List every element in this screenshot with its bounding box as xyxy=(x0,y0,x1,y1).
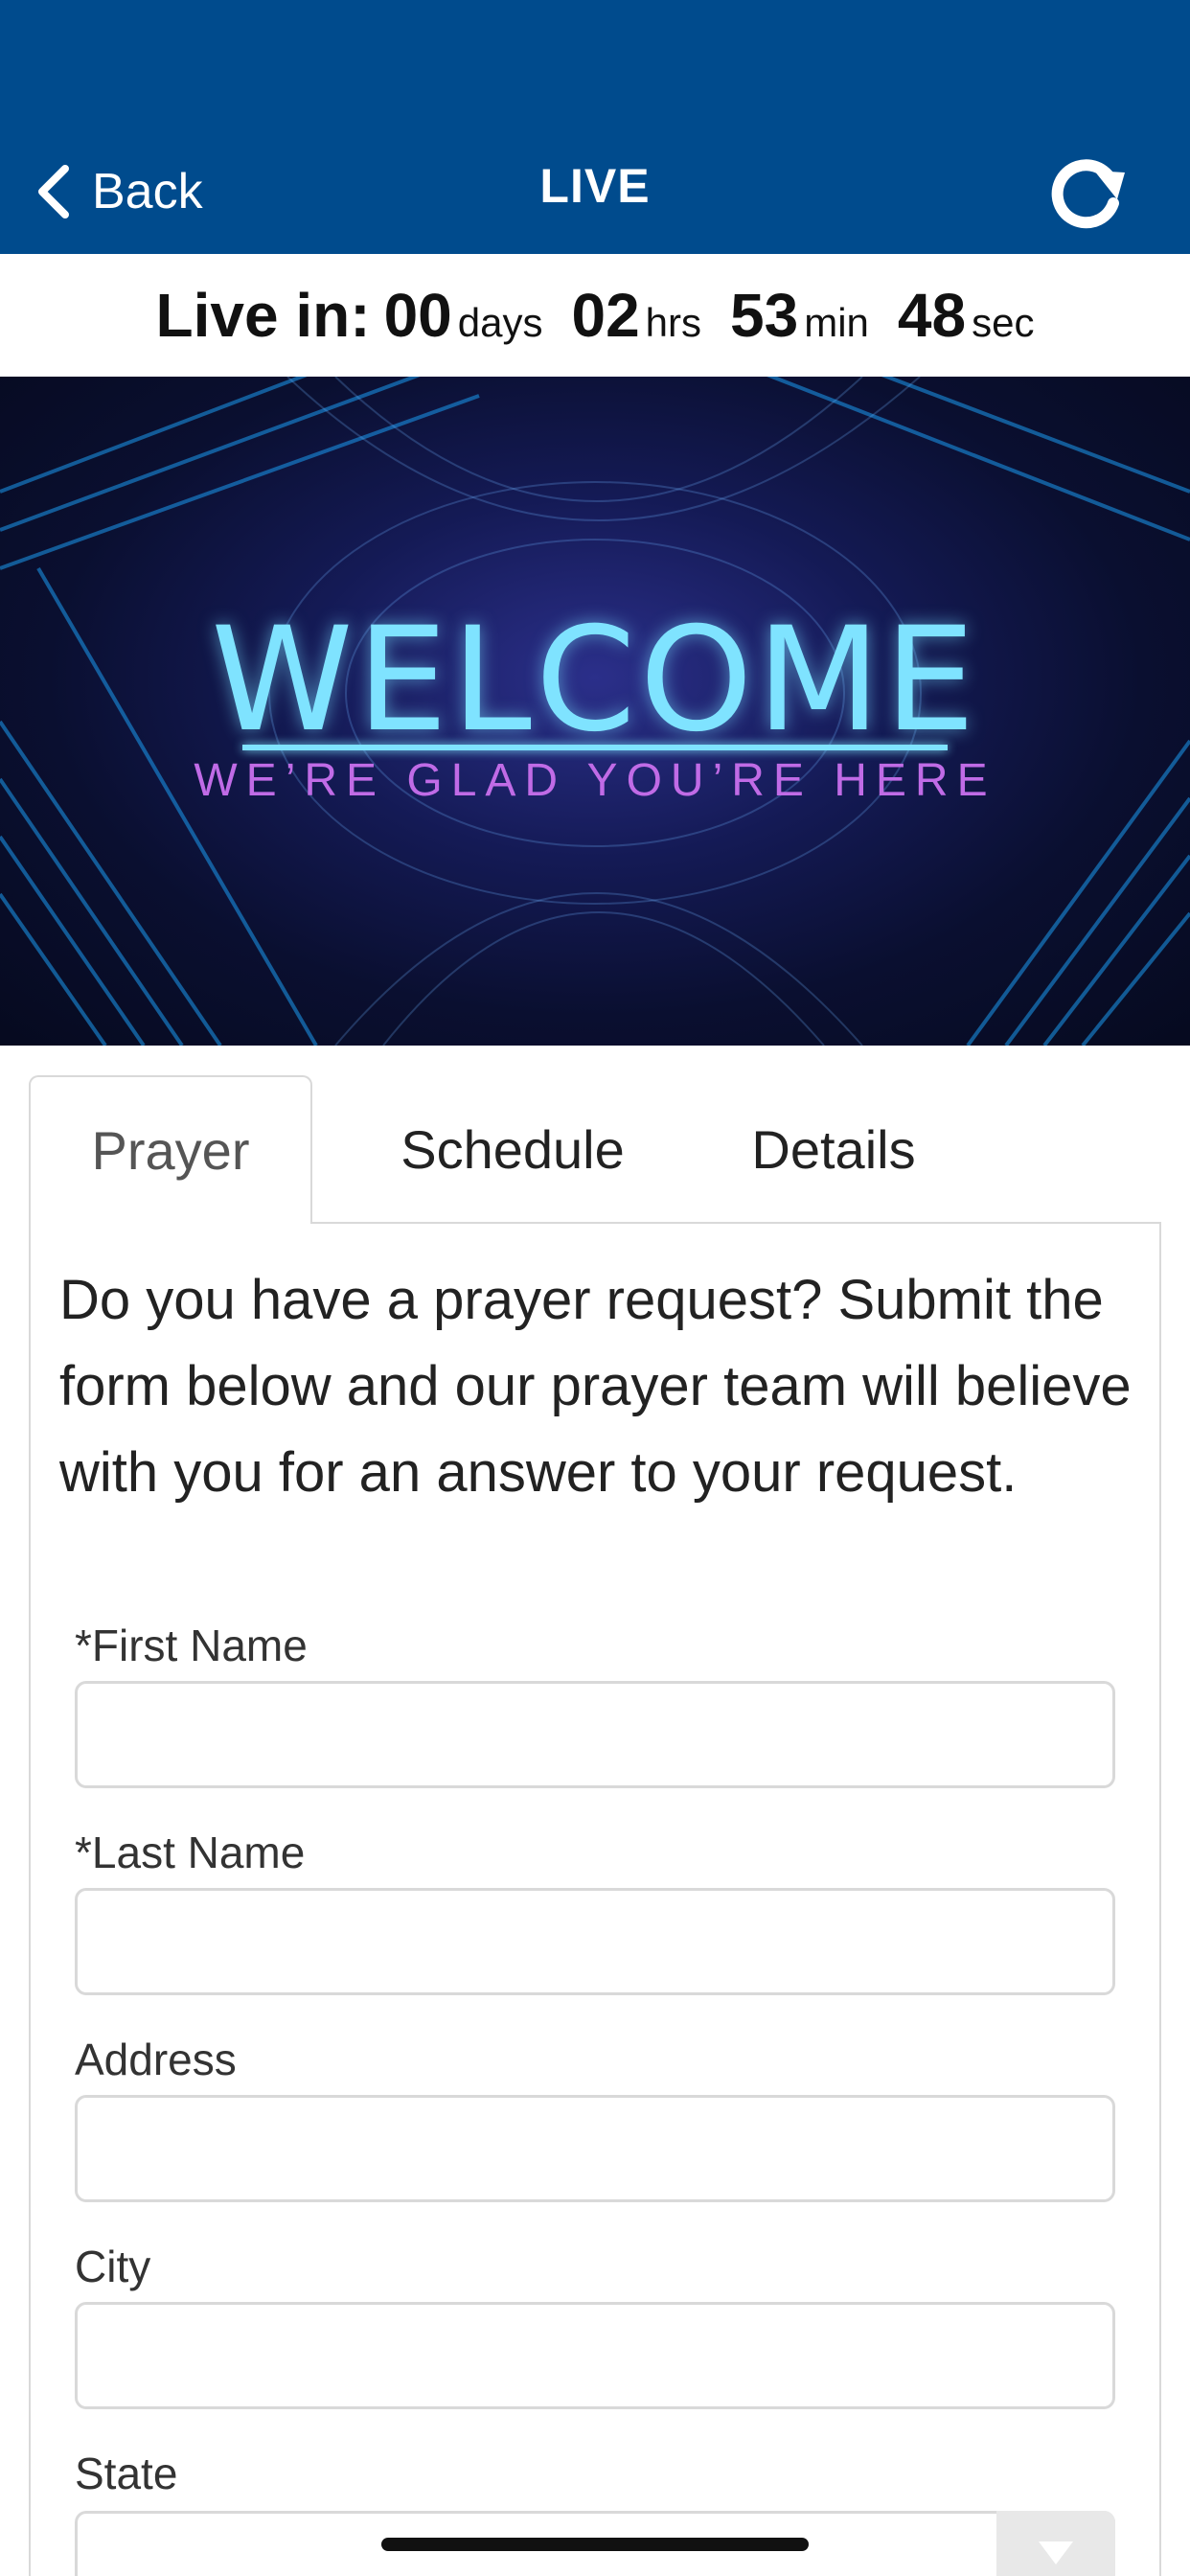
countdown-days-unit: days xyxy=(457,300,543,345)
tab-details[interactable]: Details xyxy=(680,1075,987,1224)
nav-bar: Back LIVE xyxy=(0,0,1190,254)
city-input[interactable] xyxy=(75,2302,1115,2409)
address-input[interactable] xyxy=(75,2095,1115,2202)
banner-title: WELCOME xyxy=(211,597,979,764)
last-name-label: *Last Name xyxy=(75,1828,306,1877)
address-label: Address xyxy=(75,2035,237,2084)
first-name-label: *First Name xyxy=(75,1621,308,1670)
tab-bar: Prayer Schedule Details xyxy=(29,1075,1161,1224)
tab-prayer[interactable]: Prayer xyxy=(29,1075,312,1224)
prayer-intro-text: Do you have a prayer request? Submit the… xyxy=(59,1269,1132,1504)
countdown-seconds-unit: sec xyxy=(972,300,1035,345)
first-name-input[interactable] xyxy=(75,1681,1115,1788)
chevron-down-icon[interactable] xyxy=(996,2511,1115,2576)
banner-divider xyxy=(242,745,948,750)
countdown-minutes-unit: min xyxy=(804,300,869,345)
banner-subtitle: WE’RE GLAD YOU’RE HERE xyxy=(194,755,996,806)
countdown-seconds-value: 48 xyxy=(897,281,967,350)
last-name-input[interactable] xyxy=(75,1888,1115,1995)
welcome-banner: WELCOME WE’RE GLAD YOU’RE HERE xyxy=(0,377,1190,1046)
state-label: State xyxy=(75,2449,178,2498)
countdown-bar: Live in: 00 days 02 hrs 53 min 48 sec xyxy=(0,254,1190,377)
home-indicator[interactable] xyxy=(381,2538,809,2551)
page-title: LIVE xyxy=(539,159,651,213)
tab-schedule[interactable]: Schedule xyxy=(355,1075,671,1224)
countdown-days-value: 00 xyxy=(383,281,452,350)
countdown-hours-unit: hrs xyxy=(645,300,702,345)
countdown-hours-value: 02 xyxy=(571,281,640,350)
countdown-label: Live in: xyxy=(155,281,371,350)
city-label: City xyxy=(75,2242,151,2291)
refresh-icon[interactable] xyxy=(1046,151,1129,234)
countdown-minutes-value: 53 xyxy=(730,281,799,350)
